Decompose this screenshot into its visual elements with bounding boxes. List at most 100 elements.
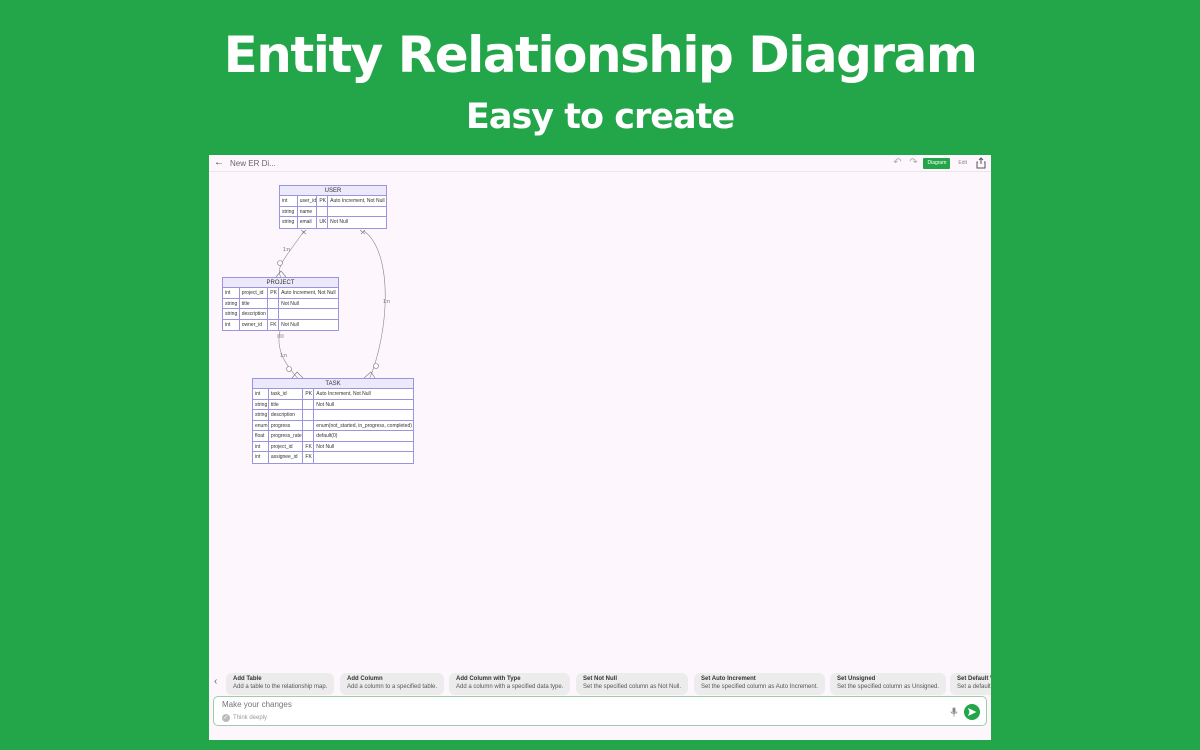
- column-type: string: [255, 410, 269, 420]
- suggestion-chip[interactable]: Add Column Add a column to a specified t…: [340, 673, 445, 695]
- column-type: int: [253, 441, 269, 451]
- column-name: owner_id: [240, 319, 269, 330]
- suggestion-title: Add Column: [347, 676, 383, 682]
- top-bar: ← New ER Di... ↶ ↷ Diagram Edit: [209, 155, 991, 172]
- suggestion-chip[interactable]: Add Column with Type Add a column with a…: [449, 673, 571, 695]
- column-attributes: Auto Increment, Not Null: [330, 198, 385, 204]
- suggestion-description: Add a column to a specified table.: [347, 684, 438, 690]
- column-type: int: [223, 288, 240, 298]
- column-attributes: [314, 452, 413, 463]
- table-row[interactable]: float progress_rate default(0): [253, 431, 413, 442]
- table-row[interactable]: int user_id PK Auto Increment, Not Null: [280, 196, 386, 207]
- diagram-tab[interactable]: Diagram: [923, 157, 951, 169]
- column-key: [303, 399, 315, 409]
- suggestion-title: Set Auto Increment: [701, 676, 756, 682]
- suggestion-bar: ‹ Add Table Add a table to the relations…: [209, 671, 991, 695]
- microphone-icon[interactable]: [950, 707, 958, 717]
- table-row[interactable]: int project_id PK Auto Increment, Not Nu…: [223, 288, 338, 299]
- table-row[interactable]: int project_id FK Not Null: [253, 441, 413, 452]
- column-attributes: Auto Increment, Not Null: [281, 290, 336, 296]
- suggestion-title: Set Not Null: [583, 676, 617, 682]
- diagram-canvas[interactable]: 1:n 1:n 1:n USER int user_id PK Auto Inc…: [209, 173, 991, 673]
- entity-project[interactable]: PROJECT int project_id PK Auto Increment…: [222, 277, 339, 331]
- column-key: UK: [317, 217, 329, 228]
- undo-icon[interactable]: ↶: [891, 157, 903, 169]
- suggestion-chip[interactable]: Add Table Add a table to the relationshi…: [226, 673, 335, 695]
- suggestion-title: Set Unsigned: [837, 676, 876, 682]
- column-name: project_id: [269, 441, 304, 451]
- column-name: description: [269, 410, 304, 420]
- table-row[interactable]: enum progress enum(not_started, in_progr…: [253, 420, 413, 431]
- column-key: [268, 298, 280, 308]
- entity-header: USER: [280, 186, 386, 196]
- table-row[interactable]: int task_id PK Auto Increment, Not Null: [253, 389, 413, 400]
- table-row[interactable]: string name: [280, 206, 386, 217]
- suggestion-description: Add a table to the relationship map.: [233, 684, 328, 690]
- column-type: int: [253, 389, 269, 399]
- chevron-left-icon[interactable]: ‹: [214, 676, 217, 687]
- column-type: int: [253, 452, 269, 463]
- suggestion-chip[interactable]: Set Auto Increment Set the specified col…: [694, 673, 826, 695]
- column-key: FK: [303, 452, 315, 463]
- column-type: string: [255, 399, 269, 409]
- think-deeply-label: Think deeply: [233, 715, 268, 721]
- column-attributes: Not Null: [316, 443, 335, 450]
- hero-subtitle: Easy to create: [465, 97, 735, 137]
- column-type: string: [280, 217, 298, 228]
- table-row[interactable]: int assignee_id FK: [253, 452, 413, 463]
- check-icon: ✓: [222, 714, 230, 722]
- toolbar-right: ↶ ↷ Diagram Edit: [891, 157, 987, 169]
- column-name: email: [298, 217, 318, 228]
- column-key: FK: [303, 441, 315, 451]
- column-type: int: [280, 196, 298, 206]
- entity-task[interactable]: TASK int task_id PK Auto Increment, Not …: [252, 378, 414, 464]
- column-type: string: [280, 206, 298, 216]
- column-type: string: [223, 298, 240, 308]
- table-row[interactable]: string title Not Null: [223, 298, 338, 309]
- think-deeply-toggle[interactable]: ✓ Think deeply: [222, 714, 267, 722]
- share-icon[interactable]: [975, 157, 987, 169]
- column-attributes: [279, 309, 338, 319]
- suggestion-description: Set the specified column as Unsigned.: [837, 684, 940, 690]
- column-key: [303, 431, 315, 441]
- column-attributes: [314, 410, 413, 420]
- column-key: [303, 410, 315, 420]
- entity-header: TASK: [253, 379, 413, 389]
- table-row[interactable]: string title Not Null: [253, 399, 413, 410]
- redo-icon[interactable]: ↷: [907, 157, 919, 169]
- column-key: PK: [317, 196, 329, 206]
- suggestion-chip[interactable]: Set Not Null Set the specified column as…: [576, 673, 689, 695]
- column-attributes: default(0): [316, 433, 338, 439]
- suggestion-chip[interactable]: Set Unsigned Set the specified column as…: [830, 673, 947, 695]
- relation-label-user-project: 1:n: [283, 247, 290, 253]
- table-row[interactable]: int owner_id FK Not Null: [223, 319, 338, 330]
- suggestion-description: Add a column with a specified data type.: [456, 684, 564, 690]
- relation-label-project-task: 1:n: [280, 353, 287, 359]
- column-name: name: [298, 206, 318, 216]
- relation-label-user-task: 1:n: [383, 299, 390, 305]
- column-type: enum: [255, 420, 269, 430]
- document-title[interactable]: New ER Di...: [230, 159, 276, 168]
- entity-header: PROJECT: [223, 278, 338, 288]
- send-button[interactable]: [964, 704, 980, 720]
- column-key: PK: [303, 389, 315, 399]
- column-type: string: [223, 309, 240, 319]
- suggestion-title: Set Default V: [957, 676, 991, 682]
- table-row[interactable]: string description: [253, 410, 413, 421]
- column-attributes: Not Null: [281, 321, 299, 328]
- suggestion-description: Set the specified column as Auto Increme…: [701, 684, 819, 690]
- edit-tab[interactable]: Edit: [954, 158, 971, 169]
- column-attributes: enum(not_started, in_progress, completed…: [316, 422, 412, 429]
- entity-user[interactable]: USER int user_id PK Auto Increment, Not …: [279, 185, 387, 229]
- suggestion-chip[interactable]: Set Default V Set a default: [950, 673, 991, 695]
- table-row[interactable]: string description: [223, 309, 338, 320]
- changes-input[interactable]: [222, 700, 922, 709]
- table-row[interactable]: string email UK Not Null: [280, 217, 386, 228]
- column-name: project_id: [240, 288, 269, 298]
- arrow-left-icon[interactable]: ←: [214, 158, 224, 168]
- column-name: description: [240, 309, 269, 319]
- column-key: [303, 420, 315, 430]
- column-name: title: [269, 399, 304, 409]
- column-attributes: Not Null: [316, 401, 335, 408]
- column-attributes: Not Null: [281, 300, 299, 307]
